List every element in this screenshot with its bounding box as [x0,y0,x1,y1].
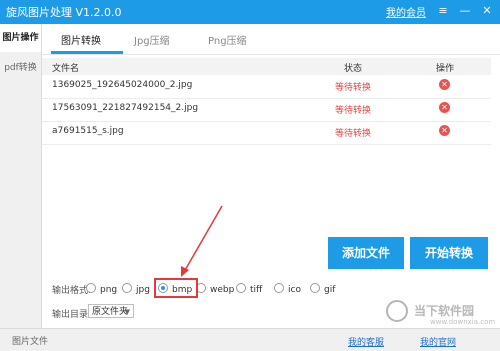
delete-icon[interactable]: ✕ [439,79,450,90]
format-radio-png[interactable]: png [86,283,117,295]
sidebar: 图片操作 pdf转换 [0,24,42,328]
menu-icon[interactable]: ≡ [436,3,450,19]
radio-icon [86,283,96,293]
delete-icon[interactable]: ✕ [439,102,450,113]
minimize-button[interactable]: — [458,3,472,19]
radio-icon [236,283,246,293]
active-tab-indicator [51,51,123,54]
footer-label: 图片文件 [12,337,49,347]
format-radio-ico[interactable]: ico [274,283,301,295]
format-radio-jpg[interactable]: jpg [122,283,150,295]
watermark: 当下软件园 www.downxia.com [386,300,496,328]
radio-icon [310,283,320,293]
format-radio-gif[interactable]: gif [310,283,335,295]
watermark-text: 当下软件园 [414,304,475,318]
sidebar-item-image-ops[interactable]: 图片操作 [0,24,41,52]
file-name: 17563091_221827492154_2.jpg [52,103,199,113]
tab-png-compress[interactable]: Png压缩 [208,32,247,47]
table-row[interactable]: a7691515_s.jpg 等待转换 ✕ [42,118,491,145]
customer-service-link[interactable]: 我的客服 [348,335,384,348]
annotation-highlight-box [154,278,198,298]
file-name: a7691515_s.jpg [52,126,124,136]
watermark-logo-icon [386,300,408,322]
tab-jpg-compress[interactable]: Jpg压缩 [134,32,170,47]
status-text: 等待转换 [335,129,372,139]
format-radio-tiff[interactable]: tiff [236,283,262,295]
chevron-down-icon: ▼ [124,308,130,316]
tab-image-convert[interactable]: 图片转换 [61,32,101,47]
watermark-url: www.downxia.com [430,318,496,326]
status-bar: 图片文件 我的客服 我的官网 [0,328,500,351]
sidebar-item-pdf-convert[interactable]: pdf转换 [0,54,41,82]
title-bar: 旋风图片处理 V1.2.0.0 我的会员 ≡ — ✕ [0,0,500,24]
delete-icon[interactable]: ✕ [439,125,450,136]
add-file-button[interactable]: 添加文件 [328,237,404,269]
radio-icon [274,283,284,293]
my-membership-link[interactable]: 我的会员 [386,4,426,19]
tab-bar: 图片转换 Jpg压缩 Png压缩 [42,24,500,55]
status-text: 等待转换 [335,83,372,93]
official-site-link[interactable]: 我的官网 [420,335,456,348]
output-dir-label: 输出目录: [52,310,92,320]
start-convert-button[interactable]: 开始转换 [410,237,488,269]
file-name: 1369025_192645024000_2.jpg [52,80,193,90]
output-dir-value: 原文件夹 [92,307,129,317]
close-button[interactable]: ✕ [480,3,494,19]
app-title: 旋风图片处理 V1.2.0.0 [6,6,122,19]
output-dir-select[interactable]: 原文件夹 ▼ [88,304,134,318]
radio-icon [122,283,132,293]
format-radio-webp[interactable]: webp [196,283,234,295]
status-text: 等待转换 [335,106,372,116]
